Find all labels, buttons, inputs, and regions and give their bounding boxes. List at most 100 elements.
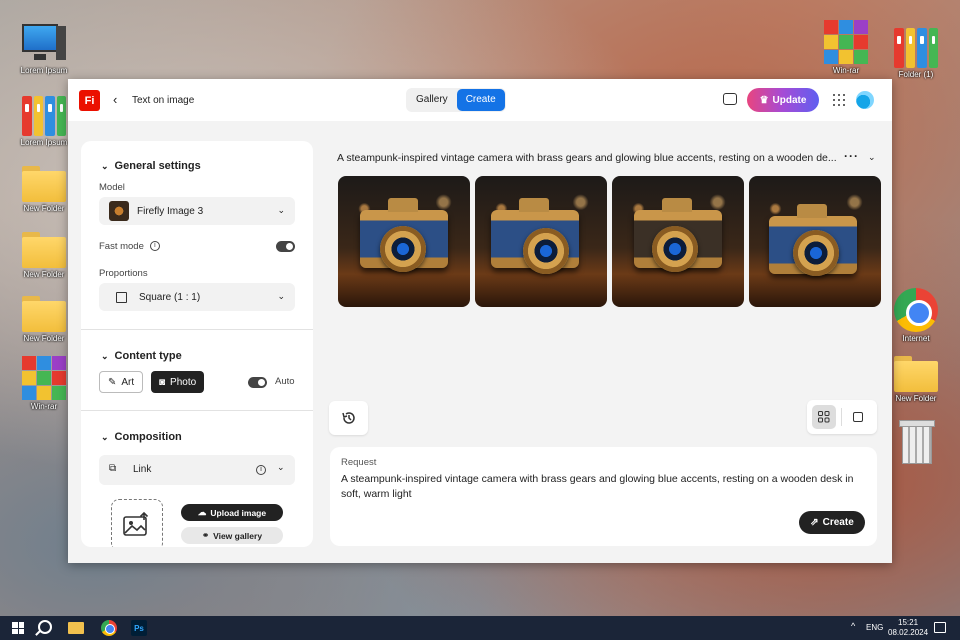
- desktop-icon-winrar[interactable]: Win-rar: [14, 356, 74, 411]
- desktop-icon-new-folder-1[interactable]: New Folder: [14, 166, 74, 213]
- breadcrumb: Text on image: [132, 95, 195, 106]
- cloud-upload-icon: ☁: [197, 507, 207, 517]
- desktop-icon-new-folder-2[interactable]: New Folder: [14, 232, 74, 279]
- square-icon: [116, 291, 127, 303]
- auto-toggle[interactable]: [248, 377, 267, 388]
- chevron-down-icon: ⌄: [101, 432, 109, 442]
- chrome-icon[interactable]: [101, 620, 117, 636]
- generated-image-2[interactable]: [475, 176, 607, 307]
- info-icon[interactable]: i: [256, 465, 266, 475]
- generated-image-1[interactable]: [338, 176, 470, 307]
- proportions-value: Square (1 : 1): [139, 291, 201, 303]
- desktop-icon-new-folder-3[interactable]: New Folder: [14, 296, 74, 343]
- generated-images: [338, 176, 881, 307]
- generated-image-3[interactable]: [612, 176, 744, 307]
- desktop-icon-internet[interactable]: Internet: [886, 288, 946, 343]
- divider: [81, 410, 313, 411]
- avatar[interactable]: [856, 91, 874, 109]
- general-settings-header[interactable]: ⌄ General settings: [101, 160, 201, 172]
- update-button[interactable]: ♛ Update: [747, 88, 819, 112]
- folder-icon: [894, 356, 938, 392]
- proportions-select[interactable]: Square (1 : 1) ⌄: [99, 283, 295, 311]
- desktop-icon-new-folder-right[interactable]: New Folder: [886, 356, 946, 403]
- fast-mode-toggle[interactable]: [276, 241, 295, 252]
- windows-start-icon[interactable]: [12, 622, 24, 634]
- request-box[interactable]: Request A steampunk-inspired vintage cam…: [330, 447, 877, 546]
- desktop-icon-recycle-bin[interactable]: [886, 420, 946, 464]
- crown-icon: ♛: [759, 94, 769, 106]
- grid-view-button[interactable]: [812, 405, 836, 429]
- tab-create[interactable]: Create: [456, 89, 505, 111]
- desktop-icon-label: Win-rar: [30, 402, 58, 411]
- folder-icon: [22, 166, 66, 202]
- proportions-label: Proportions: [99, 268, 148, 279]
- desktop-icon-label: Internet: [902, 334, 930, 343]
- more-options-icon[interactable]: ···: [844, 149, 859, 163]
- apps-grid-icon[interactable]: [833, 94, 845, 106]
- time: 15:21: [898, 618, 919, 627]
- desktop-icon-winrar-right[interactable]: Win-rar: [816, 20, 876, 75]
- tab-gallery[interactable]: Gallery: [407, 89, 457, 111]
- model-select[interactable]: Firefly Image 3 ⌄: [99, 197, 295, 225]
- art-button[interactable]: ✎ Art: [99, 371, 144, 393]
- request-label: Request: [341, 457, 377, 468]
- model-value: Firefly Image 3: [137, 205, 204, 217]
- camera-icon: ◙: [159, 376, 166, 388]
- create-icon: ⇗: [810, 517, 819, 528]
- settings-panel: ⌄ General settings Model Firefly Image 3 …: [81, 141, 313, 547]
- auto-label: Auto: [275, 376, 295, 387]
- desktop-icon-label: Folder (1): [898, 70, 934, 79]
- reference-image-dropzone[interactable]: [111, 499, 163, 547]
- update-label: Update: [772, 94, 807, 106]
- chevron-down-icon[interactable]: ⌄: [868, 152, 876, 163]
- desktop-icon-label: Lorem Ipsum: [20, 138, 68, 147]
- photoshop-icon[interactable]: Ps: [131, 620, 147, 636]
- desktop-icon-folder-1[interactable]: Folder (1): [886, 28, 946, 79]
- composition-header[interactable]: ⌄ Composition: [101, 431, 182, 443]
- composition-link-row[interactable]: ⧉ Link i ⌄: [99, 455, 295, 485]
- desktop-icon-label: New Folder: [23, 204, 65, 213]
- chevron-down-icon: ⌄: [277, 291, 285, 301]
- search-icon[interactable]: [38, 620, 52, 634]
- desktop-icon-lorem-ipsum-pc[interactable]: Lorem Ipsum: [14, 24, 74, 75]
- date: 08.02.2024: [888, 628, 929, 637]
- divider: [81, 329, 313, 330]
- history-button[interactable]: [329, 401, 368, 435]
- fast-mode-row: Fast mode i: [99, 241, 160, 252]
- info-icon[interactable]: i: [149, 241, 160, 252]
- back-arrow-icon[interactable]: ‹: [113, 92, 117, 107]
- chevron-down-icon[interactable]: ⌄: [277, 462, 285, 473]
- photo-button[interactable]: ◙ Photo: [151, 371, 205, 393]
- request-input[interactable]: A steampunk-inspired vintage camera with…: [341, 472, 861, 502]
- notification-icon[interactable]: [934, 622, 946, 633]
- language-indicator[interactable]: ENG: [866, 623, 883, 632]
- chevron-down-icon: ⌄: [277, 205, 285, 215]
- clock[interactable]: 15:21 08.02.2024: [888, 618, 928, 638]
- create-button[interactable]: ⇗ Create: [799, 511, 865, 534]
- firefly-app-window: Fi ‹ Text on image Gallery Create ♛ Upda…: [68, 79, 892, 563]
- chrome-icon: [894, 288, 938, 332]
- file-explorer-icon[interactable]: [68, 622, 84, 634]
- winrar-icon: [22, 356, 66, 400]
- image-upload-icon: [123, 511, 149, 536]
- upload-image-button[interactable]: ☁ Upload image: [181, 504, 283, 521]
- winrar-icon: [824, 20, 868, 64]
- recycle-bin-icon: [899, 420, 935, 464]
- binders-icon: [22, 96, 66, 136]
- chevron-down-icon: ⌄: [101, 161, 109, 171]
- top-bar: Fi ‹ Text on image Gallery Create ♛ Upda…: [68, 79, 892, 121]
- grid-icon: [818, 411, 830, 423]
- feedback-icon[interactable]: [723, 93, 737, 105]
- content-type-header[interactable]: ⌄ Content type: [101, 350, 182, 362]
- view-gallery-button[interactable]: ⚭ View gallery: [181, 527, 283, 544]
- single-view-button[interactable]: [853, 412, 863, 422]
- desktop-icon-lorem-ipsum-binders[interactable]: Lorem Ipsum: [14, 96, 74, 147]
- chevron-up-icon[interactable]: ^: [851, 621, 855, 631]
- desktop-icon-label: New Folder: [895, 394, 937, 403]
- firefly-logo[interactable]: Fi: [79, 90, 100, 111]
- history-icon: [342, 412, 355, 424]
- model-thumbnail: [109, 201, 129, 221]
- view-toggle: [807, 400, 877, 434]
- fast-mode-label: Fast mode: [99, 241, 144, 252]
- generated-image-4[interactable]: [749, 176, 881, 307]
